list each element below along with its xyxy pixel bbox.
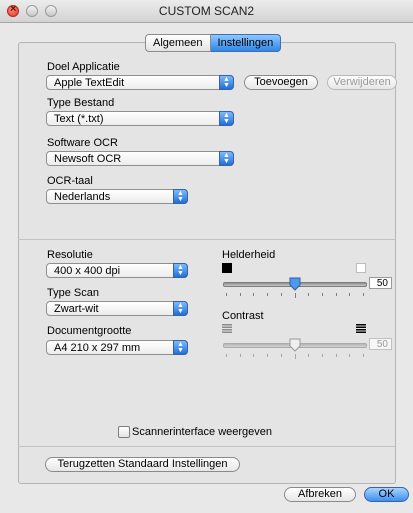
contrast-slider-knob[interactable] [289,338,301,352]
slider-tick [336,354,337,357]
high-contrast-icon [356,324,366,333]
slider-tick [253,293,254,296]
add-button[interactable]: Toevoegen [244,75,318,90]
document-size-value: A4 210 x 297 mm [54,342,141,354]
select-arrows-icon: ▲ ▼ [173,263,188,278]
slider-tick [267,354,268,357]
brightness-tick-marks [226,293,364,298]
slider-tick [226,354,227,357]
scan-type-select[interactable]: Zwart-wit ▲ ▼ [46,301,188,316]
brightness-value-field[interactable]: 50 [369,277,392,289]
slider-tick [363,354,364,357]
slider-tick [322,293,323,296]
slider-tick [295,354,296,359]
scanner-interface-label: Scannerinterface weergeven [132,426,273,438]
select-arrows-icon: ▲ ▼ [219,111,234,126]
document-size-label: Documentgrootte [47,325,132,337]
slider-tick [322,354,323,357]
select-arrows-icon: ▲ ▼ [219,151,234,166]
slider-tick [226,293,227,296]
section-divider [18,446,395,447]
low-contrast-icon [222,324,232,333]
ok-button[interactable]: OK [364,487,409,502]
ocr-software-select[interactable]: Newsoft OCR ▲ ▼ [46,151,234,166]
contrast-tick-marks [226,354,364,359]
slider-tick [336,293,337,296]
slider-tick [281,354,282,357]
brightness-slider-knob[interactable] [289,277,301,291]
slider-tick [308,293,309,296]
file-type-select[interactable]: Text (*.txt) ▲ ▼ [46,111,234,126]
tab-bar: Algemeen Instellingen [145,34,282,52]
slider-tick [349,354,350,357]
select-arrows-icon: ▲ ▼ [173,301,188,316]
resolution-label: Resolutie [47,249,93,261]
slider-tick [308,354,309,357]
slider-tick [349,293,350,296]
document-size-select[interactable]: A4 210 x 297 mm ▲ ▼ [46,340,188,355]
scan-type-value: Zwart-wit [54,303,99,315]
target-application-label: Doel Applicatie [47,61,120,73]
target-application-value: Apple TextEdit [54,77,125,89]
ocr-language-value: Nederlands [54,191,111,203]
tab-instellingen[interactable]: Instellingen [210,34,282,52]
slider-tick [295,293,296,298]
contrast-value-field[interactable]: 50 [369,338,392,350]
slider-tick [363,293,364,296]
file-type-value: Text (*.txt) [54,113,104,125]
ocr-language-label: OCR-taal [47,175,93,187]
scanner-interface-checkbox[interactable] [118,426,130,438]
window-title: CUSTOM SCAN2 [158,4,255,18]
slider-tick [253,354,254,357]
slider-tick [267,293,268,296]
light-square-icon [356,263,366,273]
target-application-select[interactable]: Apple TextEdit ▲ ▼ [46,75,234,90]
select-arrows-icon: ▲ ▼ [219,75,234,90]
dialog-window: CUSTOM SCAN2 Algemeen Instellingen Doel … [0,0,413,513]
title-bar: CUSTOM SCAN2 [0,0,413,23]
file-type-label: Type Bestand [47,97,115,109]
brightness-label: Helderheid [222,249,276,261]
contrast-label: Contrast [222,310,264,322]
remove-button[interactable]: Verwijderen [327,75,397,90]
select-arrows-icon: ▲ ▼ [173,340,188,355]
scan-type-label: Type Scan [47,287,99,299]
slider-tick [240,354,241,357]
section-divider [18,239,395,240]
resolution-select[interactable]: 400 x 400 dpi ▲ ▼ [46,263,188,278]
ocr-language-select[interactable]: Nederlands ▲ ▼ [46,189,188,204]
ocr-software-label: Software OCR [47,137,118,149]
dark-square-icon [222,263,232,273]
select-arrows-icon: ▲ ▼ [173,189,188,204]
slider-tick [281,293,282,296]
reset-defaults-button[interactable]: Terugzetten Standaard Instellingen [45,457,240,472]
cancel-button[interactable]: Afbreken [284,487,356,502]
resolution-value: 400 x 400 dpi [54,265,121,277]
slider-tick [240,293,241,296]
tab-algemeen[interactable]: Algemeen [145,34,211,52]
ocr-software-value: Newsoft OCR [54,153,122,165]
